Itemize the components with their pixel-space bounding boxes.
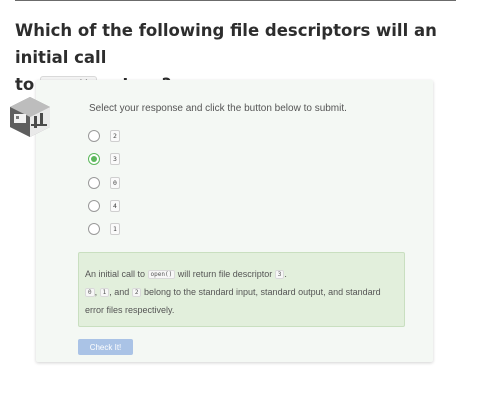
option-4[interactable]: 4 <box>88 199 120 213</box>
radio-button-selected[interactable] <box>88 153 100 165</box>
top-divider <box>15 0 456 1</box>
option-1[interactable]: 1 <box>88 222 120 236</box>
feedback-code: 0 <box>85 288 95 297</box>
feedback-text: , <box>94 287 98 297</box>
radio-button[interactable] <box>88 177 100 189</box>
feedback-text: . <box>284 269 287 279</box>
feedback-text: , and <box>109 287 130 297</box>
option-2[interactable]: 2 <box>88 129 120 143</box>
option-3[interactable]: 3 <box>88 152 120 166</box>
feedback-box: An initial call to open() will return fi… <box>78 252 405 327</box>
radio-button[interactable] <box>88 130 100 142</box>
option-0[interactable]: 0 <box>88 176 120 190</box>
option-label: 2 <box>110 130 120 142</box>
check-it-button[interactable]: Check It! <box>78 339 133 355</box>
feedback-code: 2 <box>131 288 142 297</box>
feedback-code: 1 <box>99 288 110 297</box>
feedback-text: belong to the standard input, standard o… <box>85 287 381 315</box>
option-label: 0 <box>110 177 120 189</box>
option-label: 1 <box>110 223 120 235</box>
feedback-text: will return file descriptor <box>177 269 273 279</box>
option-label: 3 <box>110 153 120 165</box>
option-label: 4 <box>110 200 120 212</box>
coder-avatar-icon <box>10 97 50 137</box>
question-text-to: to <box>15 75 35 94</box>
feedback-code: 3 <box>274 270 285 279</box>
feedback-code: open() <box>147 270 176 279</box>
radio-button[interactable] <box>88 200 100 212</box>
feedback-text: An initial call to <box>85 269 146 279</box>
radio-button[interactable] <box>88 223 100 235</box>
instruction-text: Select your response and click the butto… <box>89 103 347 114</box>
question-text: Which of the following file descriptors … <box>15 21 437 67</box>
